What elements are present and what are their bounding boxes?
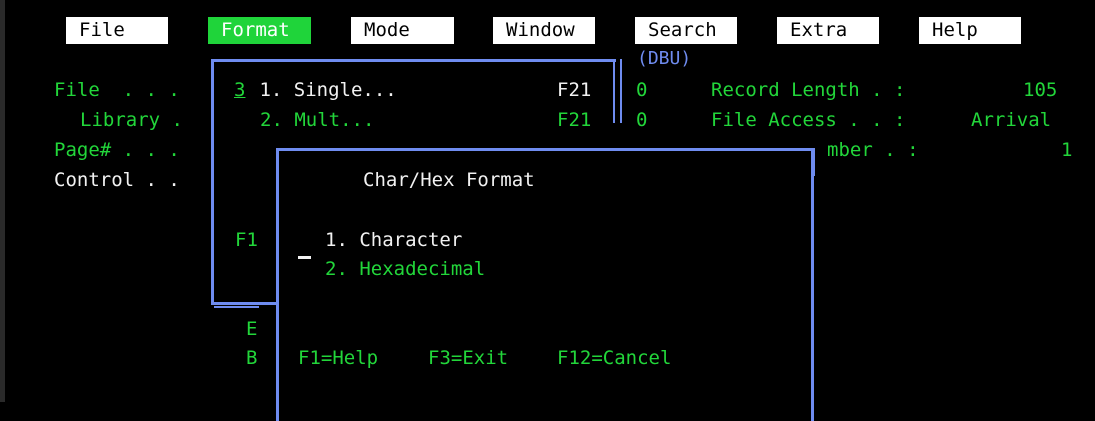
dbu-label: (DBU): [637, 48, 692, 69]
menu-help[interactable]: Help: [919, 17, 1021, 44]
char-hex-dialog-border-shadow: [813, 148, 815, 176]
format-menu-partial-e: E: [246, 318, 258, 340]
menu-window[interactable]: Window: [493, 17, 595, 44]
window-frame-edge: [0, 0, 5, 402]
menu-file[interactable]: File: [66, 17, 168, 44]
format-menu-item-single-key: F21: [557, 79, 592, 101]
dialog-title: Char/Hex Format: [363, 169, 535, 191]
format-menu-border: [613, 59, 615, 123]
dialog-option-hexadecimal[interactable]: 2. Hexadecimal: [325, 258, 485, 280]
char-hex-dialog: [276, 148, 814, 421]
menu-mode[interactable]: Mode: [351, 17, 454, 44]
library-label: Library .: [80, 109, 183, 131]
format-menu-partial-b: B: [246, 347, 258, 369]
dialog-input-cursor[interactable]: [298, 256, 311, 259]
format-menu-item-mult[interactable]: 2. Mult...: [260, 109, 374, 131]
number-label: mber . :: [827, 139, 919, 161]
number-value: 1: [1061, 139, 1073, 161]
value-1: 0: [636, 79, 648, 101]
record-length-value: 105: [1023, 79, 1058, 101]
format-menu-selection-field[interactable]: 3: [234, 79, 245, 101]
file-label: File . . .: [54, 79, 180, 101]
page-label: Page# . . .: [54, 139, 180, 161]
menu-extra[interactable]: Extra: [777, 17, 879, 44]
control-label: Control . .: [54, 169, 180, 191]
record-length-label: Record Length . :: [711, 79, 906, 101]
menu-search[interactable]: Search: [635, 17, 737, 44]
file-access-label: File Access . . :: [711, 109, 906, 131]
format-menu-item-single[interactable]: 1. Single...: [248, 79, 396, 101]
file-access-value: Arrival: [971, 109, 1052, 131]
menu-format[interactable]: Format: [208, 17, 311, 44]
format-menu-border-shadow: [620, 59, 622, 123]
dialog-option-character[interactable]: 1. Character: [325, 229, 462, 251]
format-menu-item-mult-key: F21: [557, 109, 592, 131]
f1-help-key[interactable]: F1=Help: [298, 347, 378, 369]
format-menu-partial-f1: F1: [235, 229, 258, 251]
f12-cancel-key[interactable]: F12=Cancel: [557, 347, 671, 369]
value-2: 0: [636, 109, 648, 131]
format-menu-border-bottom: [214, 306, 259, 308]
f3-exit-key[interactable]: F3=Exit: [428, 347, 508, 369]
